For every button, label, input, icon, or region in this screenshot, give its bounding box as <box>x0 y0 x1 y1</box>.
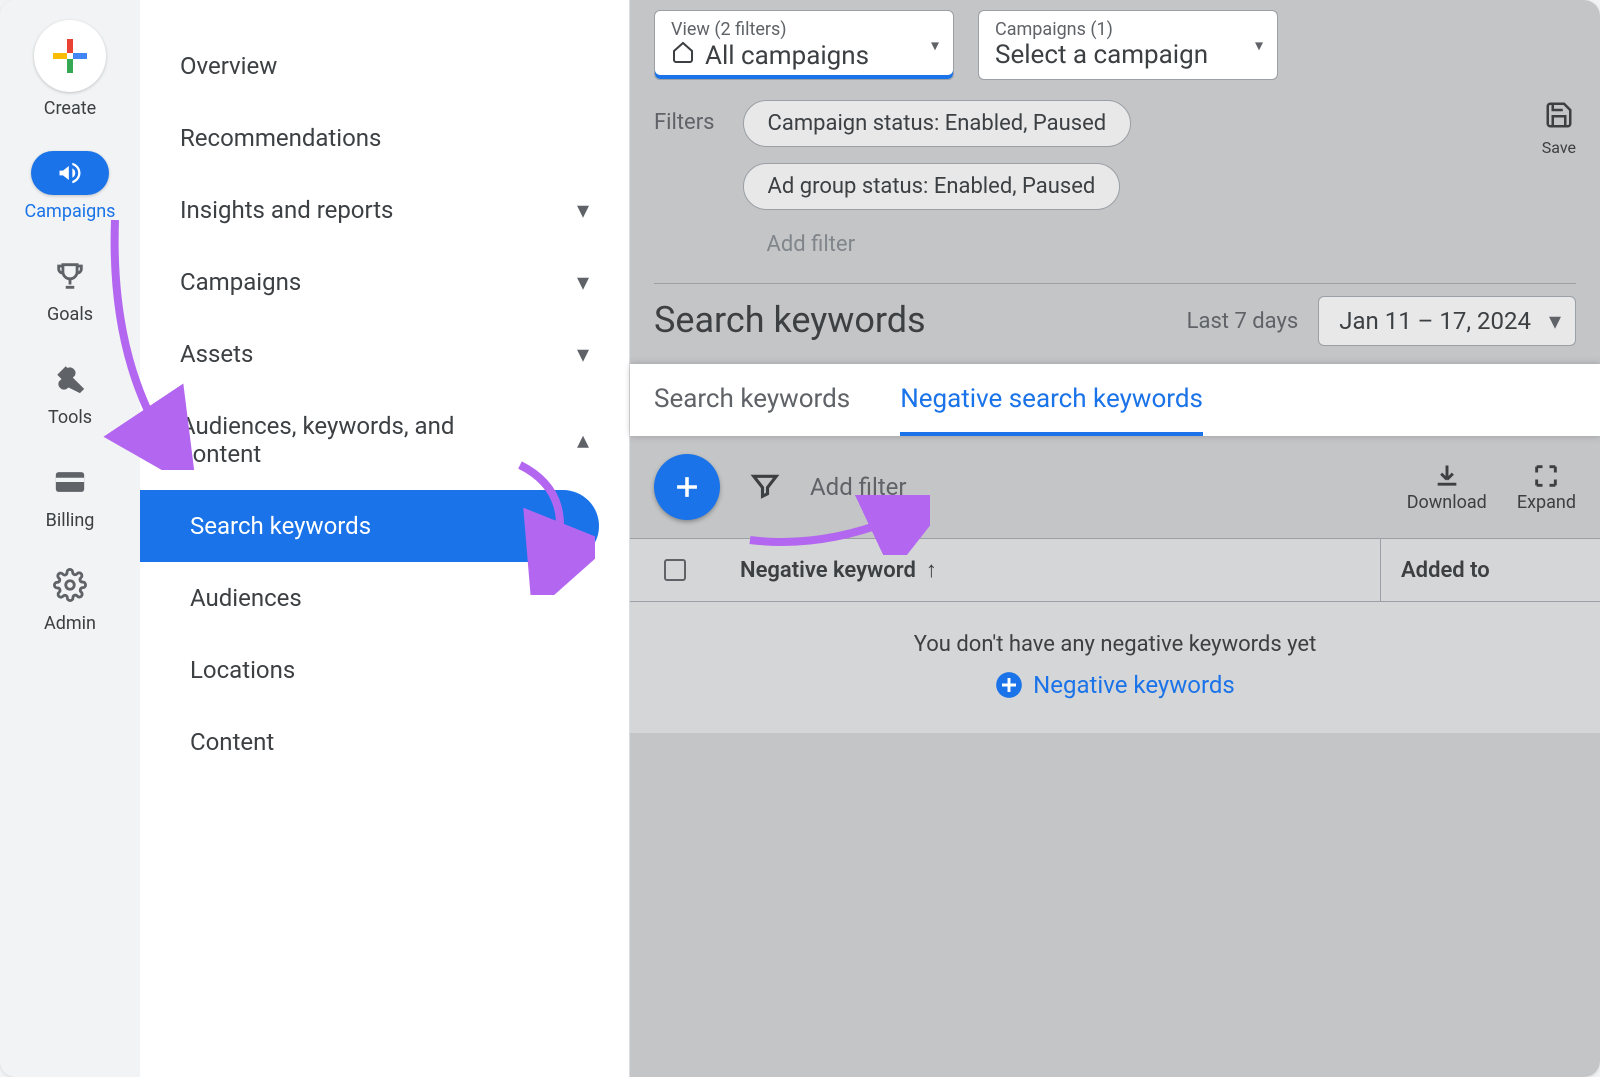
nav-recommendations[interactable]: Recommendations <box>140 102 629 174</box>
save-icon <box>1544 100 1574 134</box>
rail-create[interactable]: Create <box>34 20 106 119</box>
rail-tools-label: Tools <box>48 407 92 428</box>
nav-akc-label: Audiences, keywords, and content <box>180 412 530 468</box>
section-title: Search keywords <box>654 301 926 341</box>
download-label: Download <box>1407 492 1487 513</box>
rail-admin[interactable]: Admin <box>44 563 96 634</box>
main-content: View (2 filters) All campaigns ▾ Campaig… <box>630 0 1600 1077</box>
rail-goals[interactable]: Goals <box>47 254 93 325</box>
rail-tools[interactable]: Tools <box>48 357 92 428</box>
chevron-down-icon: ▾ <box>577 196 589 224</box>
filter-chip-campaign-status[interactable]: Campaign status: Enabled, Paused <box>743 100 1132 147</box>
icon-rail: Create Campaigns Goals Tools Billing <box>0 0 140 1077</box>
plus-circle-icon <box>995 671 1023 699</box>
nav-content-label: Content <box>190 728 274 756</box>
add-filter-link[interactable]: Add filter <box>743 226 1514 263</box>
date-range-label: Last 7 days <box>1187 309 1299 334</box>
rail-billing[interactable]: Billing <box>46 460 95 531</box>
chevron-down-icon: ▾ <box>577 340 589 368</box>
rail-admin-label: Admin <box>44 613 96 634</box>
add-negative-keywords-label: Negative keywords <box>1033 671 1235 699</box>
nav-assets[interactable]: Assets ▾ <box>140 318 629 390</box>
rail-billing-label: Billing <box>46 510 95 531</box>
nav-campaigns[interactable]: Campaigns ▾ <box>140 246 629 318</box>
download-icon <box>1433 462 1461 490</box>
filters-label: Filters <box>654 100 715 135</box>
add-keyword-button[interactable] <box>654 454 720 520</box>
view-selector[interactable]: View (2 filters) All campaigns ▾ <box>654 10 954 80</box>
view-selector-label: View (2 filters) <box>671 19 903 40</box>
nav-locations-label: Locations <box>190 656 295 684</box>
home-icon <box>671 40 695 71</box>
view-selector-value: All campaigns <box>705 41 869 71</box>
arrow-up-icon: ↑ <box>926 557 937 583</box>
empty-state: You don't have any negative keywords yet… <box>630 602 1600 733</box>
nav-insights-label: Insights and reports <box>180 196 393 224</box>
rail-campaigns-label: Campaigns <box>25 201 116 222</box>
date-range-picker[interactable]: Jan 11 – 17, 2024 ▾ <box>1318 296 1576 346</box>
card-icon <box>48 460 92 504</box>
empty-state-message: You don't have any negative keywords yet <box>630 632 1600 657</box>
megaphone-icon <box>31 151 109 195</box>
nav-campaigns-label: Campaigns <box>180 268 301 296</box>
expand-label: Expand <box>1517 492 1576 513</box>
filter-chip-adgroup-status[interactable]: Ad group status: Enabled, Paused <box>743 163 1121 210</box>
toolbar-add-filter[interactable]: Add filter <box>810 473 1377 501</box>
tools-icon <box>48 357 92 401</box>
nav-locations[interactable]: Locations <box>140 634 629 706</box>
nav-search-keywords[interactable]: Search keywords <box>140 490 599 562</box>
nav-recommendations-label: Recommendations <box>180 124 381 152</box>
trophy-icon <box>48 254 92 298</box>
save-filters-label: Save <box>1542 138 1576 157</box>
nav-akc[interactable]: Audiences, keywords, and content ▴ <box>140 390 629 490</box>
campaign-selector-value: Select a campaign <box>995 40 1208 70</box>
expand-icon <box>1532 462 1560 490</box>
chevron-down-icon: ▾ <box>1255 36 1263 55</box>
nav-overview-label: Overview <box>180 52 277 80</box>
chevron-down-icon: ▾ <box>1549 307 1561 335</box>
save-filters-button[interactable]: Save <box>1542 100 1576 157</box>
col-negative-keyword[interactable]: Negative keyword ↑ <box>720 539 1380 601</box>
nav-content[interactable]: Content <box>140 706 629 778</box>
filter-icon[interactable] <box>750 470 780 504</box>
nav-search-keywords-label: Search keywords <box>190 512 371 540</box>
table-header: Negative keyword ↑ Added to <box>630 538 1600 602</box>
tab-search-keywords[interactable]: Search keywords <box>654 384 850 436</box>
col-negative-keyword-label: Negative keyword <box>740 558 916 583</box>
campaign-selector-label: Campaigns (1) <box>995 19 1227 40</box>
add-negative-keywords-link[interactable]: Negative keywords <box>995 671 1235 699</box>
side-nav: Overview Recommendations Insights and re… <box>140 0 630 1077</box>
campaign-selector[interactable]: Campaigns (1) Select a campaign ▾ <box>978 10 1278 80</box>
col-added-to[interactable]: Added to <box>1380 539 1600 601</box>
expand-button[interactable]: Expand <box>1517 462 1576 513</box>
chevron-down-icon: ▾ <box>577 268 589 296</box>
gear-icon <box>48 563 92 607</box>
date-range-value: Jan 11 – 17, 2024 <box>1339 307 1531 335</box>
download-button[interactable]: Download <box>1407 462 1487 513</box>
rail-create-label: Create <box>44 98 96 119</box>
select-all-checkbox[interactable] <box>664 559 686 581</box>
keyword-tabs: Search keywords Negative search keywords <box>630 364 1600 436</box>
rail-goals-label: Goals <box>47 304 93 325</box>
rail-campaigns[interactable]: Campaigns <box>25 151 116 222</box>
nav-overview[interactable]: Overview <box>140 30 629 102</box>
chevron-up-icon: ▴ <box>577 426 589 454</box>
nav-assets-label: Assets <box>180 340 253 368</box>
nav-audiences-label: Audiences <box>190 584 302 612</box>
nav-audiences[interactable]: Audiences <box>140 562 629 634</box>
plus-multicolor-icon <box>34 20 106 92</box>
nav-insights[interactable]: Insights and reports ▾ <box>140 174 629 246</box>
chevron-down-icon: ▾ <box>931 36 939 55</box>
tab-negative-keywords[interactable]: Negative search keywords <box>900 384 1203 436</box>
